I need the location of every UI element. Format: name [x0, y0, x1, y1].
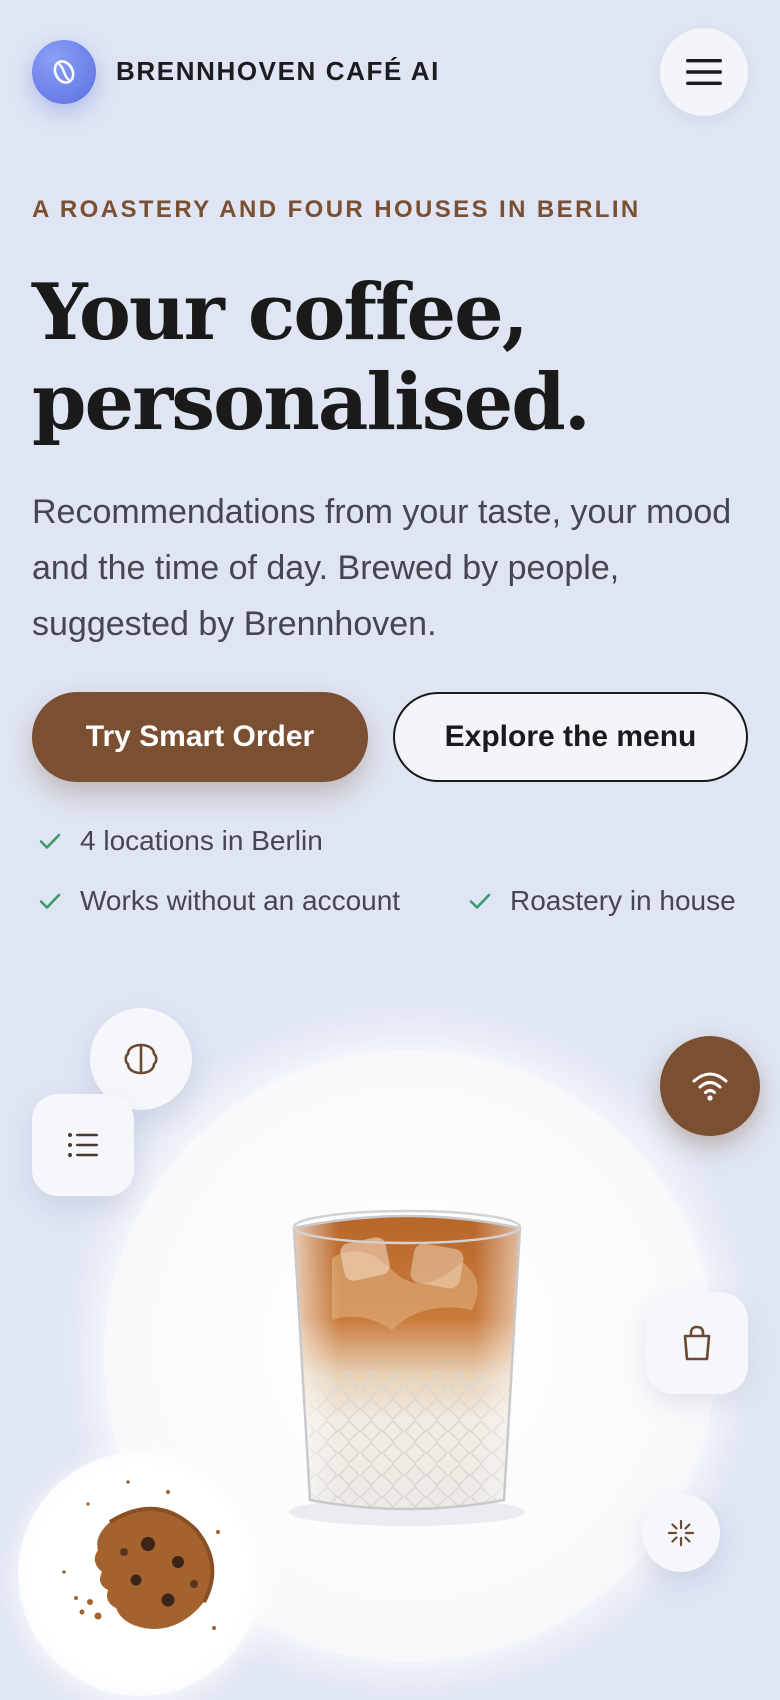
wifi-icon-button[interactable]	[660, 1036, 760, 1136]
menu-button[interactable]	[660, 28, 748, 116]
sparkle-button[interactable]	[642, 1494, 720, 1572]
hamburger-menu-icon	[686, 59, 722, 85]
sparkle-icon	[667, 1519, 695, 1547]
explore-menu-button[interactable]: Explore the menu	[393, 692, 748, 782]
list-icon-button[interactable]	[32, 1094, 134, 1196]
brand-name[interactable]: BRENNHOVEN CAFÉ AI	[116, 56, 440, 87]
hero-subtitle: Recommendations from your taste, your mo…	[32, 493, 732, 643]
feature-label: Works without an account	[80, 885, 401, 916]
shopping-bag-button[interactable]	[646, 1292, 748, 1394]
feature-item-locations: 4 locations in Berlin	[36, 825, 323, 857]
check-icon	[466, 887, 494, 915]
shopping-bag-icon	[683, 1325, 711, 1361]
check-icon	[36, 887, 64, 915]
hero-title-line-1: Your coffee,	[32, 267, 529, 358]
brain-icon	[124, 1043, 158, 1075]
hero-title-line-2: personalised.	[32, 357, 591, 448]
feature-item-roastery: Roastery in house	[466, 885, 736, 917]
cookie-image	[62, 1480, 220, 1630]
list-icon	[68, 1133, 98, 1157]
feature-label: Roastery in house	[510, 885, 736, 916]
site-header: BRENNHOVEN CAFÉ AI	[0, 0, 780, 140]
feature-label: 4 locations in Berlin	[80, 825, 323, 856]
hero-visual	[0, 980, 780, 1700]
hero-eyebrow: A ROASTERY AND FOUR HOUSES IN BERLIN	[32, 196, 641, 223]
iced-latte-image	[289, 1209, 525, 1526]
cookie-plate	[18, 1452, 262, 1696]
hero-title: Your coffee, personalised.	[32, 268, 752, 448]
wifi-icon	[692, 1072, 728, 1101]
check-icon	[36, 827, 64, 855]
feature-item-no-account: Works without an account	[36, 885, 400, 917]
coffee-bean-icon	[53, 60, 75, 84]
try-smart-order-button[interactable]: Try Smart Order	[32, 692, 368, 782]
brand-logo[interactable]	[32, 40, 96, 104]
